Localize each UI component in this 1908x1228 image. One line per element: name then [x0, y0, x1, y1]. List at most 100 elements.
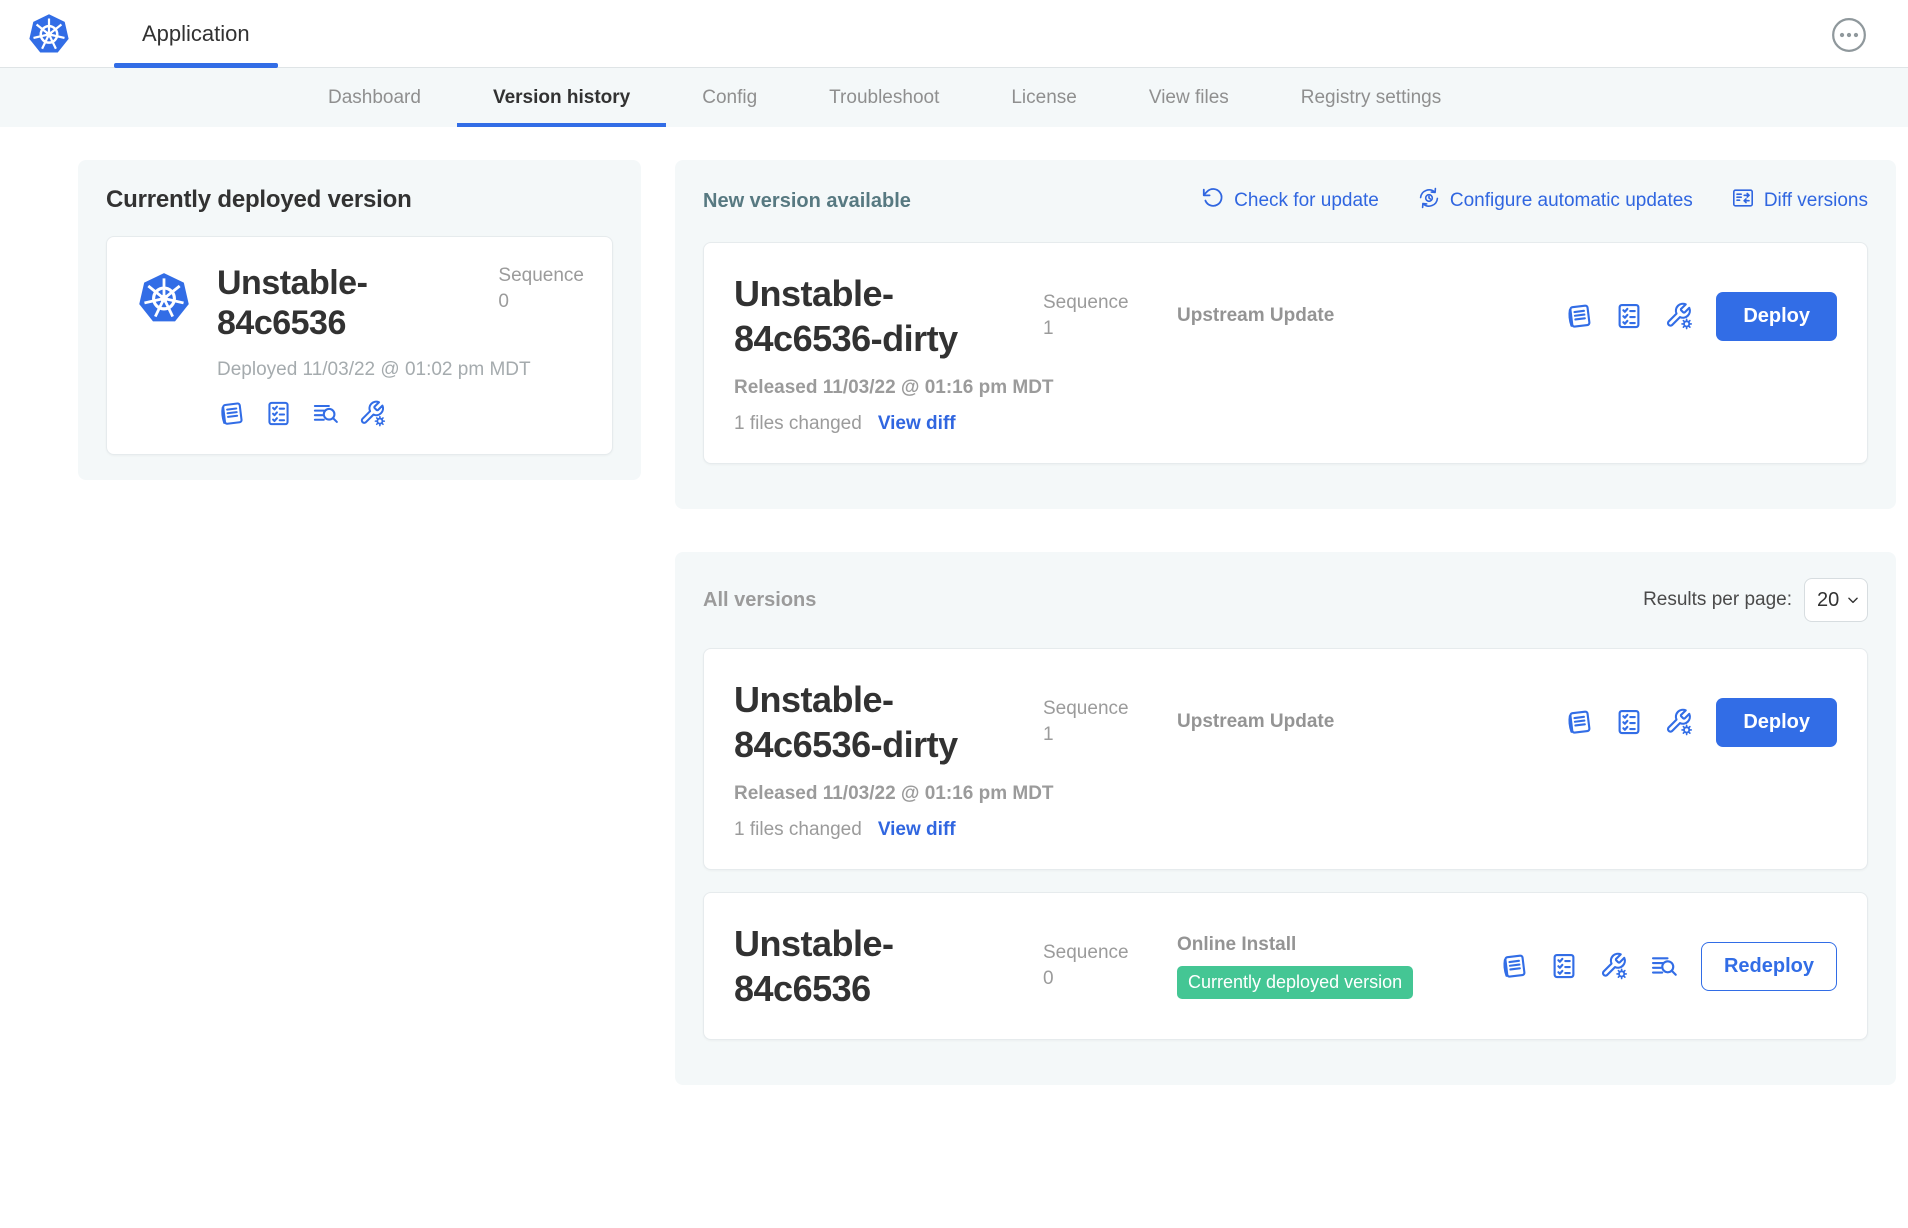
sequence-value: 1 — [1043, 316, 1163, 342]
deploy-logs-icon[interactable] — [311, 399, 340, 428]
auto-update-icon — [1417, 186, 1441, 216]
release-notes-icon[interactable] — [1499, 951, 1529, 981]
config-icon[interactable] — [1664, 301, 1694, 331]
deployed-timestamp: Deployed 11/03/22 @ 01:02 pm MDT — [217, 359, 584, 381]
right-column: New version available Check for update C… — [675, 160, 1896, 1085]
tab-registry-settings[interactable]: Registry settings — [1265, 68, 1477, 127]
app-title: Application — [142, 21, 250, 47]
config-icon[interactable] — [358, 399, 387, 428]
new-version-actions: Check for update Configure automatic upd… — [1201, 186, 1868, 216]
release-notes-icon[interactable] — [217, 399, 246, 428]
new-version-card: Unstable-84c6536-dirty Sequence 1 Upstre… — [703, 242, 1868, 464]
new-version-heading: New version available — [703, 190, 911, 213]
preflight-checks-icon[interactable] — [1614, 707, 1644, 737]
redeploy-button[interactable]: Redeploy — [1701, 942, 1837, 991]
all-versions-header: All versions Results per page: 20 — [703, 578, 1868, 622]
version-source-label: Online Install — [1177, 934, 1485, 956]
files-changed-text: 1 files changed — [734, 413, 862, 435]
currently-deployed-panel: Currently deployed version Unstable-84c6… — [78, 160, 641, 480]
config-icon[interactable] — [1599, 951, 1629, 981]
sequence-label: Sequence — [1043, 940, 1163, 966]
version-icon-row — [1499, 951, 1679, 981]
more-options-button[interactable] — [1830, 16, 1868, 54]
sequence-value: 0 — [498, 289, 584, 315]
version-row: Unstable-84c6536-dirty Sequence 1 Upstre… — [703, 648, 1868, 870]
version-title: Unstable-84c6536-dirty — [734, 677, 1019, 767]
kubernetes-logo-icon — [26, 11, 72, 57]
deployed-version-card: Unstable-84c6536 Sequence 0 Deployed 11/… — [106, 236, 613, 455]
sequence-block: Sequence 0 — [1043, 940, 1163, 991]
sequence-block: Sequence 1 — [1043, 696, 1163, 747]
sequence-label: Sequence — [498, 263, 584, 289]
configure-automatic-updates-link[interactable]: Configure automatic updates — [1417, 186, 1693, 216]
tab-dashboard[interactable]: Dashboard — [292, 68, 457, 127]
sequence-block: Sequence 1 — [1043, 290, 1163, 341]
ellipsis-circle-icon — [1830, 42, 1868, 57]
check-for-update-link[interactable]: Check for update — [1201, 186, 1379, 216]
version-source: Online Install Currently deployed versio… — [1177, 934, 1485, 999]
diff-versions-link[interactable]: Diff versions — [1731, 186, 1868, 216]
app-tab[interactable]: Application — [114, 0, 278, 67]
results-per-page: Results per page: 20 — [1643, 578, 1868, 622]
results-per-page-label: Results per page: — [1643, 589, 1792, 611]
files-changed-row: 1 files changed View diff — [734, 819, 1837, 841]
tab-troubleshoot[interactable]: Troubleshoot — [793, 68, 975, 127]
new-version-panel: New version available Check for update C… — [675, 160, 1896, 509]
sequence-label: Sequence — [1043, 290, 1163, 316]
tab-license[interactable]: License — [975, 68, 1113, 127]
configure-automatic-updates-label: Configure automatic updates — [1450, 190, 1693, 212]
version-action: Redeploy — [1701, 942, 1837, 991]
sequence-label: Sequence — [1043, 696, 1163, 722]
sequence-value: 0 — [1043, 966, 1163, 992]
preflight-checks-icon[interactable] — [1614, 301, 1644, 331]
all-versions-panel: All versions Results per page: 20 Unstab… — [675, 552, 1896, 1085]
deploy-button[interactable]: Deploy — [1716, 292, 1837, 341]
sequence-block: Sequence 0 — [498, 263, 584, 343]
sequence-value: 1 — [1043, 722, 1163, 748]
version-title: Unstable-84c6536 — [734, 921, 1019, 1011]
release-notes-icon[interactable] — [1564, 707, 1594, 737]
deploy-logs-icon[interactable] — [1649, 951, 1679, 981]
diff-versions-label: Diff versions — [1764, 190, 1868, 212]
version-title: Unstable-84c6536-dirty — [734, 271, 1019, 361]
version-row: Unstable-84c6536 Sequence 0 Online Insta… — [703, 892, 1868, 1040]
all-versions-heading: All versions — [703, 589, 816, 612]
preflight-checks-icon[interactable] — [1549, 951, 1579, 981]
new-version-header: New version available Check for update C… — [703, 186, 1868, 216]
released-timestamp: Released 11/03/22 @ 01:16 pm MDT — [734, 377, 1837, 399]
results-per-page-select[interactable]: 20 — [1804, 578, 1868, 622]
left-column: Currently deployed version Unstable-84c6… — [78, 160, 641, 480]
view-diff-link[interactable]: View diff — [878, 819, 956, 841]
new-version-rows: Unstable-84c6536-dirty Sequence 1 Upstre… — [703, 242, 1868, 464]
tab-version-history[interactable]: Version history — [457, 68, 666, 127]
files-changed-text: 1 files changed — [734, 819, 862, 841]
version-action: Deploy — [1716, 698, 1837, 747]
nav-tabs: Dashboard Version history Config Trouble… — [292, 68, 1477, 127]
diff-icon — [1731, 186, 1755, 216]
currently-deployed-badge: Currently deployed version — [1177, 966, 1413, 999]
tab-view-files[interactable]: View files — [1113, 68, 1265, 127]
tab-config[interactable]: Config — [666, 68, 793, 127]
currently-deployed-heading: Currently deployed version — [106, 186, 613, 214]
version-action: Deploy — [1716, 292, 1837, 341]
preflight-checks-icon[interactable] — [264, 399, 293, 428]
deployed-icon-row — [217, 399, 584, 428]
version-source: Upstream Update — [1177, 711, 1550, 733]
config-icon[interactable] — [1664, 707, 1694, 737]
release-notes-icon[interactable] — [1564, 301, 1594, 331]
view-diff-link[interactable]: View diff — [878, 413, 956, 435]
results-per-page-select-wrap: 20 — [1804, 578, 1868, 622]
kubernetes-app-icon — [135, 269, 193, 327]
version-source: Upstream Update — [1177, 305, 1550, 327]
check-for-update-label: Check for update — [1234, 190, 1379, 212]
deployed-title-row: Unstable-84c6536 Sequence 0 — [217, 263, 584, 343]
app-tab-active-underline — [114, 63, 278, 68]
version-icon-row — [1564, 301, 1694, 331]
files-changed-row: 1 files changed View diff — [734, 413, 1837, 435]
deploy-button[interactable]: Deploy — [1716, 698, 1837, 747]
app-header: Application — [0, 0, 1908, 68]
released-timestamp: Released 11/03/22 @ 01:16 pm MDT — [734, 783, 1837, 805]
version-title: Unstable-84c6536 — [217, 263, 467, 343]
all-versions-rows: Unstable-84c6536-dirty Sequence 1 Upstre… — [703, 648, 1868, 1040]
main-content: Currently deployed version Unstable-84c6… — [0, 127, 1908, 1085]
